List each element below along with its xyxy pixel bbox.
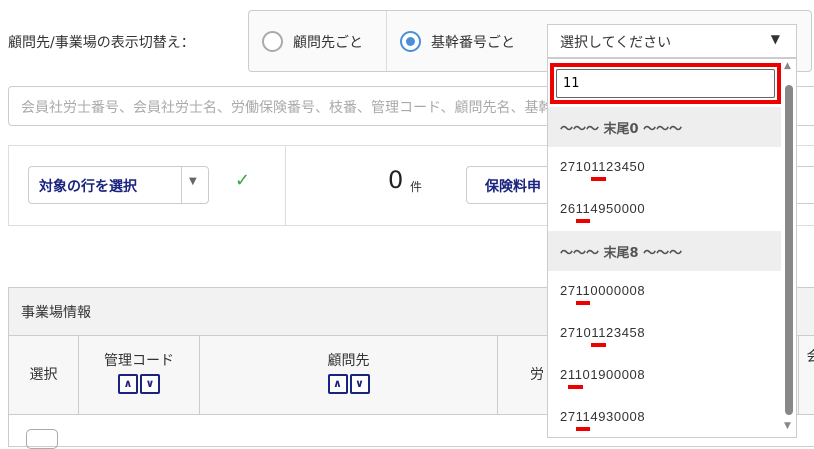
- divider: [386, 11, 387, 71]
- scrollbar[interactable]: ▲ ▼: [782, 61, 796, 435]
- scroll-up-icon[interactable]: ▲: [784, 61, 791, 71]
- dropdown-search: [550, 63, 781, 104]
- option-text: 26: [560, 201, 576, 216]
- base-number-dropdown: ～～～ 末尾0 ～～～2710112345026114950000～～～ 末尾8…: [547, 58, 797, 438]
- col-select: 選択: [9, 336, 79, 414]
- display-toggle-label: 顧問先/事業場の表示切替え：: [8, 35, 195, 51]
- sort-asc-button[interactable]: ∧: [327, 374, 348, 394]
- select-value: 選択してください: [560, 35, 672, 51]
- count-unit: 件: [410, 180, 423, 194]
- option-text: 23450: [606, 159, 646, 174]
- dropdown-option[interactable]: 27101123450: [548, 147, 781, 189]
- option-text: 27: [560, 409, 576, 424]
- option-text: 23458: [606, 325, 646, 340]
- dropdown-search-input[interactable]: [556, 69, 775, 98]
- option-text: 01900008: [582, 367, 646, 382]
- row-checkbox[interactable]: [26, 429, 58, 449]
- option-text: 27: [560, 283, 576, 298]
- option-text: 2: [560, 367, 568, 382]
- caret-down-icon[interactable]: ▼: [189, 176, 197, 187]
- col-management-code: 管理コード ∧ ∨: [79, 336, 200, 414]
- match-highlight: 11: [591, 325, 607, 340]
- dropdown-option[interactable]: 26114950000: [548, 189, 781, 231]
- scrollbar-thumb[interactable]: [785, 85, 793, 415]
- dropdown-option[interactable]: 27101123458: [548, 313, 781, 355]
- base-number-select[interactable]: 選択してください ▼: [547, 24, 797, 58]
- dropdown-group-header: ～～～ 末尾8 ～～～: [548, 231, 781, 271]
- divider: [181, 167, 182, 203]
- check-icon: ✓: [235, 170, 251, 191]
- select-rows-label: 対象の行を選択: [39, 179, 137, 195]
- radio-base-number-label[interactable]: 基幹番号ごと: [431, 32, 515, 52]
- radio-client[interactable]: [262, 31, 283, 52]
- match-highlight: 11: [591, 159, 607, 174]
- radio-base-number[interactable]: [400, 31, 421, 52]
- scroll-down-icon[interactable]: ▼: [784, 421, 791, 431]
- col-label: 管理コード: [104, 353, 174, 369]
- select-rows-button[interactable]: 対象の行を選択 ▼: [28, 166, 209, 204]
- match-highlight: 11: [575, 201, 591, 216]
- col-label: 顧問先: [327, 353, 370, 369]
- dropdown-option[interactable]: 27110000008: [548, 271, 781, 313]
- option-text: 4930008: [590, 409, 646, 424]
- col-client: 顧問先 ∧ ∨: [200, 336, 498, 414]
- selected-count: 0: [388, 166, 404, 194]
- radio-client-label[interactable]: 顧問先ごと: [293, 32, 363, 52]
- dropdown-group-header: ～～～ 末尾0 ～～～: [548, 107, 781, 147]
- divider: [285, 146, 286, 226]
- col-member: 会: [799, 336, 814, 414]
- option-text: 2710: [560, 325, 592, 340]
- option-text: 2710: [560, 159, 592, 174]
- option-text: 4950000: [590, 201, 646, 216]
- sort-asc-button[interactable]: ∧: [118, 374, 138, 394]
- sort-desc-button[interactable]: ∨: [349, 374, 370, 394]
- dropdown-option[interactable]: 21101900008: [548, 355, 781, 397]
- sort-desc-button[interactable]: ∨: [140, 374, 160, 394]
- match-highlight: 11: [567, 367, 583, 382]
- match-highlight: 11: [575, 283, 591, 298]
- dropdown-option[interactable]: 27114930008: [548, 397, 781, 437]
- option-text: 0000008: [590, 283, 646, 298]
- match-highlight: 11: [575, 409, 591, 424]
- caret-down-icon: ▼: [770, 32, 780, 46]
